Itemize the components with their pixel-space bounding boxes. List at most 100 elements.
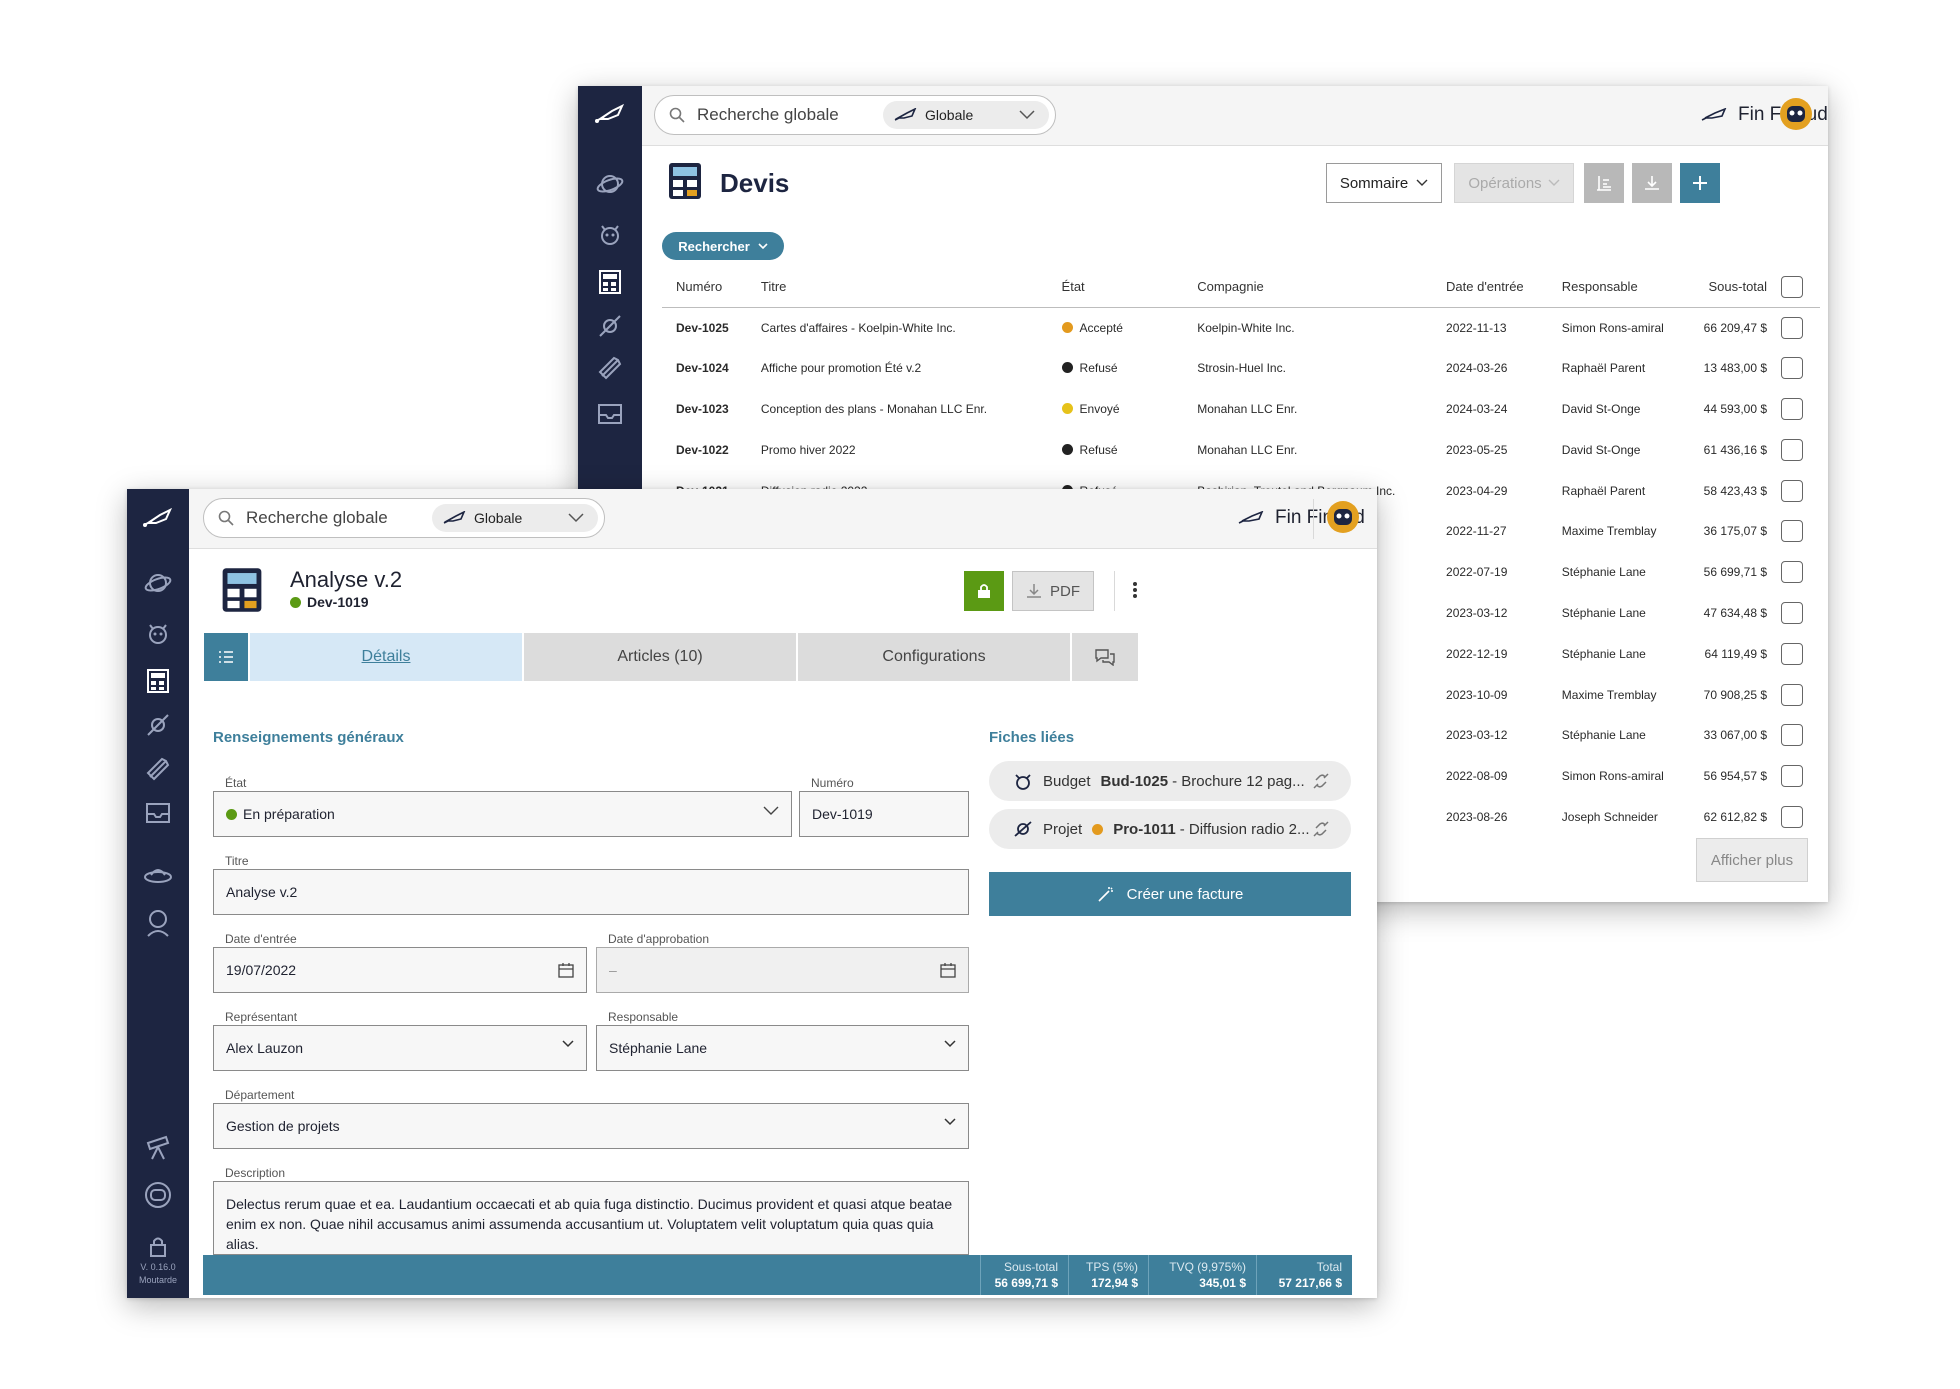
- subtotal-value: 56 699,71 $: [994, 1276, 1058, 1290]
- list-view-tab[interactable]: [204, 633, 250, 681]
- tab-configurations[interactable]: Configurations: [798, 633, 1072, 681]
- row-checkbox[interactable]: [1781, 479, 1804, 502]
- department-select[interactable]: Gestion de projets: [213, 1103, 969, 1149]
- search-placeholder[interactable]: Recherche globale: [697, 105, 839, 125]
- download-button[interactable]: [1632, 163, 1672, 203]
- satellite-icon[interactable]: [592, 308, 628, 344]
- show-more-button[interactable]: Afficher plus: [1696, 838, 1808, 882]
- row-checkbox[interactable]: [1781, 316, 1804, 339]
- ufo-icon[interactable]: [140, 857, 176, 893]
- robot-icon[interactable]: [140, 1177, 176, 1213]
- table-row[interactable]: Dev-1022 Promo hiver 2022 Refusé Monahan LL…: [662, 429, 1820, 470]
- nav-rail: V. 0.16.0 Moutarde: [127, 489, 189, 1298]
- row-checkbox[interactable]: [1781, 724, 1804, 747]
- status-dot-icon: [1092, 823, 1104, 835]
- state-text: Envoyé: [1079, 401, 1120, 416]
- calendar-icon[interactable]: [940, 962, 956, 978]
- col-number[interactable]: Numéro: [662, 267, 747, 308]
- summary-dropdown[interactable]: Sommaire: [1326, 163, 1442, 203]
- search-scope-select[interactable]: Globale: [432, 504, 598, 532]
- tab-details[interactable]: Détails: [250, 633, 524, 681]
- col-company[interactable]: Compagnie: [1183, 267, 1433, 308]
- rocket-logo-icon[interactable]: [140, 500, 176, 536]
- unlink-icon[interactable]: [1311, 819, 1331, 839]
- more-options-icon[interactable]: [1131, 577, 1139, 603]
- select-all-checkbox[interactable]: [1781, 275, 1804, 298]
- tab-articles[interactable]: Articles (10): [524, 633, 798, 681]
- search-icon: [218, 510, 234, 526]
- inbox-icon[interactable]: [592, 396, 628, 432]
- avatar[interactable]: [1325, 499, 1361, 535]
- planet-icon[interactable]: [592, 166, 628, 202]
- row-checkbox[interactable]: [1781, 561, 1804, 584]
- entry-date-field[interactable]: 19/07/2022: [213, 947, 587, 993]
- calendar-icon[interactable]: [558, 962, 574, 978]
- rocket-icon[interactable]: [592, 350, 628, 386]
- alien-icon[interactable]: [592, 216, 628, 252]
- table-row[interactable]: Dev-1023 Conception des plans - Monahan L…: [662, 389, 1820, 430]
- col-state[interactable]: État: [1047, 267, 1184, 308]
- sort-button[interactable]: [1584, 163, 1624, 203]
- search-placeholder[interactable]: Recherche globale: [246, 508, 388, 528]
- title-field[interactable]: Analyse v.2: [213, 869, 969, 915]
- linked-project[interactable]: Projet Pro-1011 - Diffusion radio 2...: [989, 809, 1351, 849]
- search-scope-select[interactable]: Globale: [883, 101, 1049, 129]
- create-invoice-button[interactable]: Créer une facture: [989, 872, 1351, 916]
- planet-icon[interactable]: [140, 565, 176, 601]
- row-checkbox[interactable]: [1781, 765, 1804, 788]
- row-select-cell: [1781, 633, 1820, 674]
- chevron-down-icon: [562, 1040, 574, 1048]
- col-entry-date[interactable]: Date d'entrée: [1432, 267, 1548, 308]
- col-title[interactable]: Titre: [746, 267, 1048, 308]
- rocket-icon[interactable]: [140, 751, 176, 787]
- alien-icon[interactable]: [140, 615, 176, 651]
- table-row[interactable]: Dev-1024 Affiche pour promotion Été v.2 Re…: [662, 348, 1820, 389]
- rocket-logo-icon[interactable]: [592, 96, 628, 132]
- row-checkbox[interactable]: [1781, 397, 1804, 420]
- chevron-down-icon: [1019, 110, 1035, 120]
- row-checkbox[interactable]: [1781, 438, 1804, 461]
- global-search[interactable]: Recherche globale Globale: [203, 498, 605, 538]
- unlink-icon[interactable]: [1311, 771, 1331, 791]
- operations-dropdown[interactable]: Opérations: [1454, 163, 1574, 203]
- telescope-icon[interactable]: [140, 1129, 176, 1165]
- calculator-icon[interactable]: [592, 264, 628, 300]
- global-search[interactable]: Recherche globale Globale: [654, 95, 1056, 135]
- owner-select[interactable]: Stéphanie Lane: [596, 1025, 969, 1071]
- avatar[interactable]: [1778, 96, 1814, 132]
- cell-owner: Maxime Tremblay: [1561, 687, 1657, 702]
- pdf-button[interactable]: PDF: [1012, 571, 1094, 611]
- row-checkbox[interactable]: [1781, 357, 1804, 380]
- col-subtotal[interactable]: Sous-total: [1689, 267, 1782, 308]
- inbox-icon[interactable]: [140, 795, 176, 831]
- cell-title: Promo hiver 2022: [760, 442, 856, 457]
- row-checkbox[interactable]: [1781, 520, 1804, 543]
- row-checkbox[interactable]: [1781, 805, 1804, 828]
- astronaut-icon[interactable]: [140, 905, 176, 941]
- lock-button[interactable]: [964, 571, 1004, 611]
- satellite-icon[interactable]: [140, 707, 176, 743]
- row-checkbox[interactable]: [1781, 642, 1804, 665]
- tab-comments[interactable]: [1072, 633, 1138, 681]
- representative-select[interactable]: Alex Lauzon: [213, 1025, 587, 1071]
- lock-icon[interactable]: [140, 1229, 176, 1265]
- number-field[interactable]: Dev-1019: [799, 791, 969, 837]
- cell-owner: Raphaël Parent: [1561, 483, 1646, 498]
- row-checkbox[interactable]: [1781, 683, 1804, 706]
- description-textarea[interactable]: Delectus rerum quae et ea. Laudantium oc…: [213, 1181, 969, 1255]
- row-checkbox[interactable]: [1781, 601, 1804, 624]
- row-select-cell: [1781, 470, 1820, 511]
- quote-detail-window: V. 0.16.0 Moutarde Recherche globale Glo…: [127, 489, 1377, 1298]
- search-scope-label: Globale: [925, 107, 974, 123]
- cell-subtotal: 36 175,07 $: [1703, 524, 1768, 539]
- linked-project-code: Pro-1011: [1113, 820, 1176, 838]
- row-select-cell: [1781, 674, 1820, 715]
- add-button[interactable]: [1680, 163, 1720, 203]
- col-owner[interactable]: Responsable: [1547, 267, 1690, 308]
- calculator-icon[interactable]: [140, 663, 176, 699]
- state-select[interactable]: En préparation: [213, 791, 792, 837]
- table-row[interactable]: Dev-1025 Cartes d'affaires - Koelpin-Whit…: [662, 307, 1820, 348]
- search-filter-button[interactable]: Rechercher: [662, 232, 784, 260]
- approval-date-field[interactable]: –: [596, 947, 969, 993]
- linked-budget[interactable]: Budget Bud-1025 - Brochure 12 pag...: [989, 761, 1351, 801]
